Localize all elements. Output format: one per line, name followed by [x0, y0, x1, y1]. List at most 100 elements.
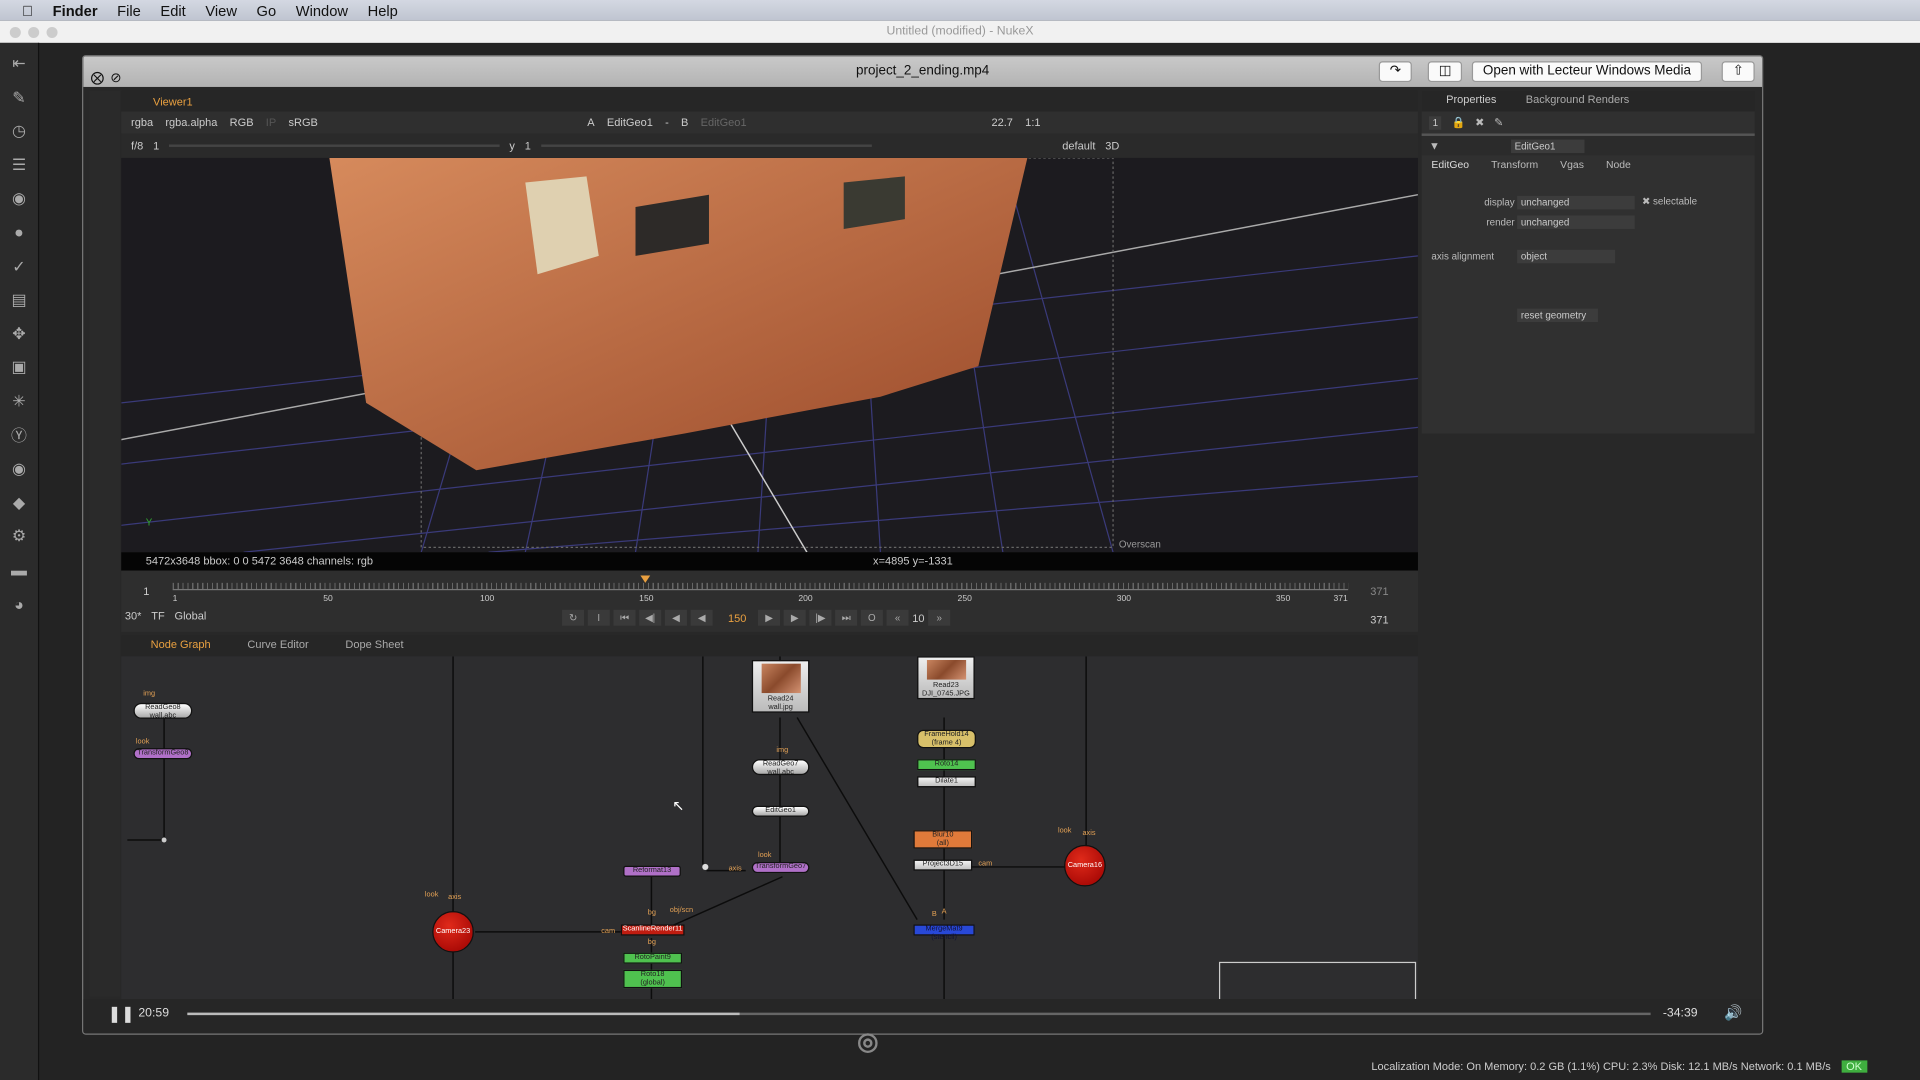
node-camera23[interactable]: Camera23	[432, 911, 474, 953]
node-roto18[interactable]: Roto18 (global)	[623, 969, 683, 989]
max-panels-field[interactable]: 1	[1428, 115, 1442, 130]
prev-key-button[interactable]: ◀|	[639, 609, 662, 626]
next-key-button[interactable]: |▶	[809, 609, 832, 626]
timeline-end[interactable]: 371	[1370, 585, 1388, 597]
tab-curve-editor[interactable]: Curve Editor	[240, 636, 316, 657]
furnace-icon[interactable]: ◕	[9, 595, 29, 613]
menu-go[interactable]: Go	[257, 2, 277, 19]
color-icon[interactable]: ◉	[9, 190, 29, 207]
pause-icon[interactable]: ❚❚	[108, 1004, 135, 1024]
volume-icon[interactable]: 🔊	[1724, 1004, 1742, 1021]
node-scanlinerender11[interactable]: ScanlineRender11	[620, 924, 685, 936]
gain-slider[interactable]	[169, 144, 500, 147]
channel-icon[interactable]: ☰	[9, 156, 29, 173]
menu-help[interactable]: Help	[368, 2, 398, 19]
scope-dropdown[interactable]: Global	[175, 610, 207, 622]
lock-icon[interactable]: 🔒	[1452, 116, 1466, 129]
display-dropdown[interactable]: unchanged	[1517, 195, 1635, 210]
camera-dropdown[interactable]: default	[1062, 140, 1095, 152]
node-name-field[interactable]: EditGeo1	[1510, 138, 1585, 153]
timeline-start[interactable]: 1	[143, 585, 149, 597]
tab-properties[interactable]: Properties	[1439, 91, 1504, 112]
close-icon[interactable]: ⨂	[91, 64, 104, 93]
ratio-dropdown[interactable]: 1:1	[1025, 116, 1040, 128]
lut-dropdown[interactable]: sRGB	[288, 116, 317, 128]
scrubber[interactable]	[187, 1012, 1651, 1016]
fps-dropdown[interactable]: 30*	[125, 610, 142, 622]
node-project3d15[interactable]: Project3D15	[913, 859, 973, 871]
menu-edit[interactable]: Edit	[160, 2, 185, 19]
node-readgeo8[interactable]: ReadGeo8 wall.abc	[133, 702, 193, 720]
frame-ruler[interactable]	[172, 582, 1349, 591]
draw-icon[interactable]: ✎	[9, 88, 29, 106]
viewer-viewport[interactable]: Y Overscan	[121, 157, 1418, 553]
node-blur10[interactable]: Blur10 (all)	[913, 830, 973, 849]
metadata-icon[interactable]: ◆	[9, 494, 29, 511]
node-transformgeo7[interactable]: TransformGeo7	[751, 862, 810, 874]
alpha-dropdown[interactable]: rgba.alpha	[165, 116, 217, 128]
subtab-transform[interactable]: Transform	[1491, 158, 1538, 170]
3d-icon[interactable]: ▣	[9, 359, 29, 376]
step-forward-button[interactable]: ▶	[783, 609, 806, 626]
timeline-end-field[interactable]: 371	[1370, 613, 1388, 625]
tf-dropdown[interactable]: TF	[151, 610, 164, 622]
keyer-icon[interactable]: ✓	[9, 257, 29, 275]
other-icon[interactable]: ▬	[9, 561, 29, 579]
minimize-icon[interactable]: ⊘	[110, 64, 121, 93]
input-b-dropdown[interactable]: EditGeo1	[701, 116, 747, 128]
transform-icon[interactable]: ✥	[9, 325, 29, 342]
subtab-editgeo[interactable]: EditGeo	[1431, 158, 1469, 170]
view-mode-dropdown[interactable]: 3D	[1105, 140, 1119, 152]
node-transformgeo8[interactable]: TransformGeo8	[133, 748, 193, 760]
ip-button[interactable]: IP	[266, 116, 276, 128]
node-read23[interactable]: Read23 DJI_0745.JPG	[917, 656, 975, 700]
frame-field[interactable]: 1	[153, 140, 159, 152]
image-tool-icon[interactable]: ⇤	[9, 54, 29, 72]
node-dilate1[interactable]: Dilate1	[917, 776, 976, 788]
node-rotopaint9[interactable]: RotoPaint9	[623, 952, 683, 964]
axis-alignment-dropdown[interactable]: object	[1517, 249, 1616, 264]
window-controls[interactable]	[9, 26, 58, 38]
step-value[interactable]: 10	[912, 612, 924, 624]
gamma-slider[interactable]	[540, 144, 872, 147]
node-reformat13[interactable]: Reformat13	[623, 865, 681, 877]
play-button[interactable]: ▶	[757, 609, 781, 626]
playhead[interactable]	[640, 575, 651, 588]
input-a-dropdown[interactable]: EditGeo1	[607, 116, 653, 128]
fstop-value[interactable]: f/8	[131, 140, 143, 152]
play-back-button[interactable]: ◀	[690, 609, 713, 626]
node-read24[interactable]: Read24 wall.jpg	[751, 660, 810, 713]
edit-icon[interactable]: ✎	[1494, 116, 1503, 129]
rotate-button[interactable]: ↷	[1378, 61, 1413, 83]
first-frame-button[interactable]: ⏮	[613, 609, 636, 626]
tab-node-graph[interactable]: Node Graph	[143, 636, 218, 657]
selectable-checkbox[interactable]: ✖ selectable	[1642, 196, 1697, 207]
skip-forward-icon[interactable]: »	[928, 609, 951, 626]
filter-icon[interactable]: ●	[9, 223, 29, 241]
zoom-value[interactable]: 22.7	[991, 116, 1012, 128]
node-camera16[interactable]: Camera16	[1064, 844, 1106, 887]
in-point-button[interactable]: I	[587, 609, 610, 626]
clear-icon[interactable]: ✖	[1475, 116, 1484, 129]
render-dropdown[interactable]: unchanged	[1517, 215, 1635, 229]
subtab-vgas[interactable]: Vgas	[1560, 158, 1584, 170]
node-readgeo7[interactable]: ReadGeo7 wall.abc	[751, 759, 810, 776]
gamma-field[interactable]: 1	[525, 140, 531, 152]
menu-file[interactable]: File	[117, 2, 141, 19]
time-icon[interactable]: ◷	[9, 122, 29, 140]
collapse-icon[interactable]: ▼	[1429, 140, 1440, 152]
channels-dropdown[interactable]: rgba	[131, 116, 153, 128]
tab-viewer1[interactable]: Viewer1	[146, 93, 200, 110]
particles-icon[interactable]: ✳	[9, 392, 29, 410]
current-frame[interactable]: 150	[716, 612, 758, 624]
trim-button[interactable]: ◫	[1427, 61, 1463, 83]
tab-background-renders[interactable]: Background Renders	[1518, 91, 1636, 112]
merge-icon[interactable]: ▤	[9, 291, 29, 309]
node-roto14[interactable]: Roto14	[917, 759, 976, 771]
skip-back-icon[interactable]: «	[886, 609, 909, 626]
menu-app[interactable]: Finder	[53, 2, 98, 19]
deep-icon[interactable]: Ⓨ	[9, 426, 29, 444]
subtab-node[interactable]: Node	[1606, 158, 1631, 170]
node-editgeo1[interactable]: EditGeo1	[751, 805, 810, 817]
share-button[interactable]: ⇧	[1721, 61, 1755, 83]
